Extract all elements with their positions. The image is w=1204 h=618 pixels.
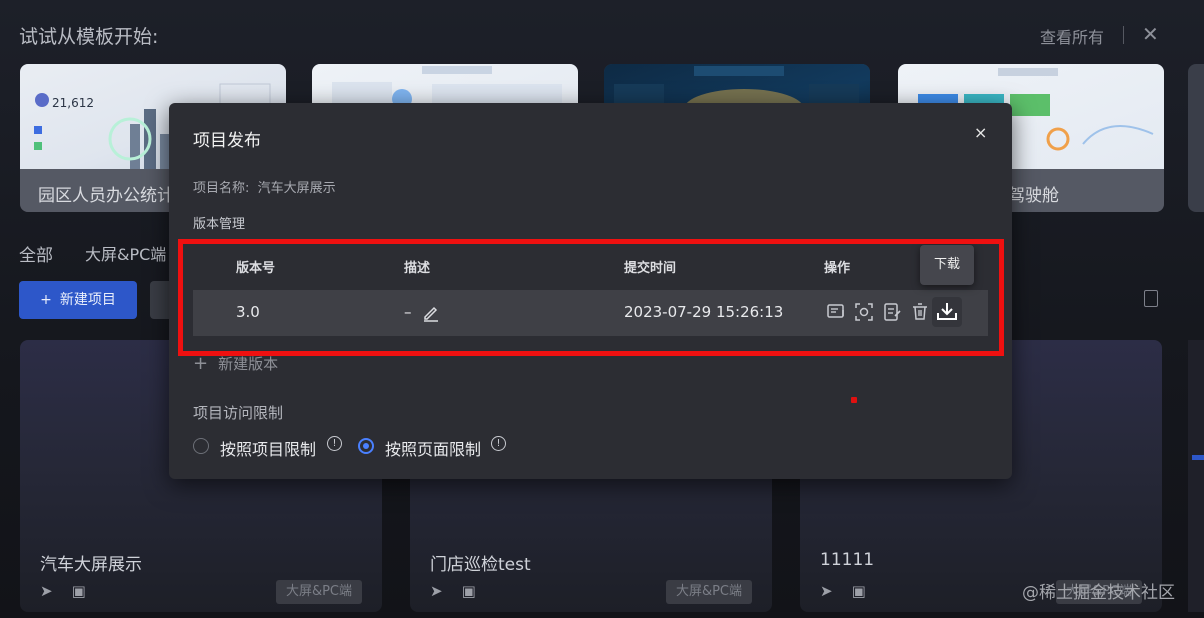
plus-icon: + <box>40 292 52 308</box>
partial-progress-bar <box>1192 455 1204 460</box>
document-icon[interactable] <box>1144 290 1158 307</box>
dialog-title: 项目发布 <box>193 131 261 151</box>
plus-icon: + <box>193 353 209 374</box>
project-card-partial <box>1188 340 1204 612</box>
radio-project-limit-label[interactable]: 按照项目限制 <box>220 436 316 460</box>
preview-icon[interactable]: ▣ <box>462 582 476 600</box>
project-name: 11111 <box>820 550 875 570</box>
new-version-button[interactable]: + 新建版本 <box>193 353 278 374</box>
new-version-label: 新建版本 <box>218 355 279 373</box>
new-project-label: 新建项目 <box>59 292 116 308</box>
preview-icon[interactable]: ▣ <box>72 582 86 600</box>
project-actions: ➤ ▣ <box>40 582 86 600</box>
info-icon[interactable]: ! <box>327 436 342 451</box>
version-management-label: 版本管理 <box>193 217 246 232</box>
annotation-highlight-box <box>178 239 1004 356</box>
project-name-label: 项目名称: <box>193 181 250 196</box>
project-name: 汽车大屏展示 <box>40 555 142 575</box>
send-icon[interactable]: ➤ <box>430 582 443 600</box>
template-title: 园区人员办公统计 <box>38 186 174 206</box>
radio-project-limit[interactable] <box>193 438 209 454</box>
templates-close-icon[interactable]: ✕ <box>1142 22 1159 46</box>
project-name: 门店巡检test <box>430 555 531 575</box>
template-title: 驾驶舱 <box>1008 186 1059 206</box>
project-actions: ➤ ▣ <box>430 582 476 600</box>
new-project-button[interactable]: + 新建项目 <box>19 281 137 319</box>
send-icon[interactable]: ➤ <box>40 582 53 600</box>
filter-all[interactable]: 全部 <box>19 241 53 266</box>
radio-page-limit-label[interactable]: 按照页面限制 <box>385 436 481 460</box>
project-tag: 大屏&PC端 <box>665 580 752 604</box>
send-icon[interactable]: ➤ <box>820 582 833 600</box>
project-actions: ➤ ▣ <box>820 582 866 600</box>
radio-page-limit[interactable] <box>358 438 374 454</box>
header-divider <box>1123 26 1124 44</box>
project-name-field: 项目名称: 汽车大屏展示 <box>193 177 336 196</box>
dialog-close-icon[interactable]: × <box>974 123 987 142</box>
watermark: @稀土掘金技术社区 <box>1022 583 1175 603</box>
secondary-button[interactable] <box>150 281 170 319</box>
info-icon[interactable]: ! <box>491 436 506 451</box>
annotation-dot <box>851 397 857 403</box>
project-name-value: 汽车大屏展示 <box>257 181 336 196</box>
filter-screen-pc[interactable]: 大屏&PC端 <box>85 241 166 265</box>
templates-section-title: 试试从模板开始: <box>19 26 159 48</box>
view-all-link[interactable]: 查看所有 <box>1040 24 1104 48</box>
template-card-partial <box>1188 64 1204 212</box>
template-stat-value: 21,612 <box>52 96 94 110</box>
access-restriction-label: 项目访问限制 <box>193 404 284 422</box>
project-tag: 大屏&PC端 <box>275 580 362 604</box>
preview-icon[interactable]: ▣ <box>852 582 866 600</box>
